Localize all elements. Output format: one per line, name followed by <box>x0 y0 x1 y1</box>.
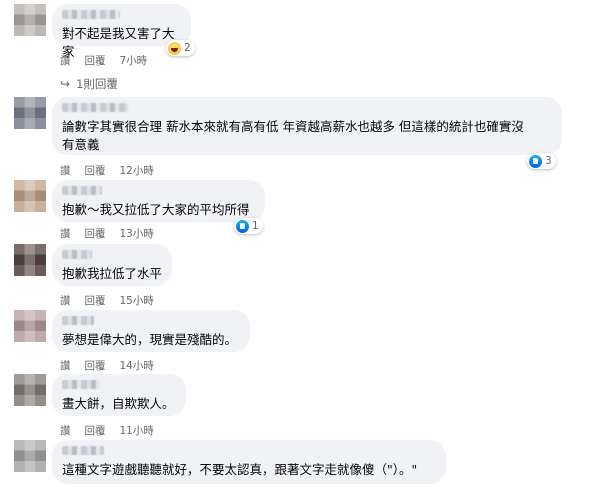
reaction-count[interactable]: 2 <box>166 40 195 56</box>
replies-count-label: 1則回覆 <box>76 77 118 91</box>
comment-bubble: 這種文字遊戲聽聽就好，不要太認真，跟著文字走就像傻（"）。" <box>52 440 446 484</box>
commenter-name-blurred[interactable] <box>62 10 120 19</box>
comment-actions: 讚 回覆 14小時 <box>60 358 154 373</box>
commenter-name-blurred[interactable] <box>62 250 92 259</box>
comment-text: 畫大餅，自欺欺人。 <box>62 396 175 411</box>
reply-button[interactable]: 回覆 <box>85 53 106 68</box>
avatar[interactable] <box>14 4 46 36</box>
avatar[interactable] <box>14 97 46 129</box>
like-button[interactable]: 讚 <box>60 423 71 438</box>
comment-text: 抱歉我拉低了水平 <box>62 266 163 281</box>
comment-text: 論數字其實很合理 薪水本來就有高有低 年資越高薪水也越多 但這樣的統計也確實沒 … <box>62 119 524 152</box>
timestamp[interactable]: 12小時 <box>120 163 154 178</box>
commenter-name-blurred[interactable] <box>62 380 100 389</box>
view-replies-link[interactable]: ↪ 1則回覆 <box>60 76 118 92</box>
timestamp[interactable]: 14小時 <box>120 358 154 373</box>
comment-text: 這種文字遊戲聽聽就好，不要太認真，跟著文字走就像傻（"）。" <box>62 462 418 477</box>
reply-button[interactable]: 回覆 <box>85 163 106 178</box>
reaction-count[interactable]: 3 <box>527 153 556 169</box>
reply-button[interactable]: 回覆 <box>85 226 106 241</box>
avatar[interactable] <box>14 180 46 212</box>
avatar[interactable] <box>14 244 46 276</box>
avatar[interactable] <box>14 440 46 472</box>
timestamp[interactable]: 15小時 <box>120 293 154 308</box>
comment-actions: 讚 回覆 15小時 <box>60 293 154 308</box>
comment-bubble: 論數字其實很合理 薪水本來就有高有低 年資越高薪水也越多 但這樣的統計也確實沒 … <box>52 97 562 155</box>
comment-bubble: 抱歉我拉低了水平 <box>52 244 172 286</box>
comment-text: 夢想是偉大的，現實是殘酷的。 <box>62 332 238 347</box>
avatar[interactable] <box>14 310 46 342</box>
commenter-name-blurred[interactable] <box>62 316 94 325</box>
comment-text: 抱歉～我又拉低了大家的平均所得 <box>62 202 250 217</box>
comment-actions: 讚 回覆 12小時 <box>60 163 154 178</box>
like-button[interactable]: 讚 <box>60 226 71 241</box>
reply-button[interactable]: 回覆 <box>85 358 106 373</box>
like-button[interactable]: 讚 <box>60 293 71 308</box>
comment-bubble: 抱歉～我又拉低了大家的平均所得 <box>52 180 265 222</box>
comment-actions: 讚 回覆 13小時 <box>60 226 154 241</box>
timestamp[interactable]: 7小時 <box>120 53 148 68</box>
commenter-name-blurred[interactable] <box>62 103 128 112</box>
reply-arrow-icon: ↪ <box>60 77 71 91</box>
comment-actions: 讚 回覆 7小時 <box>60 53 147 68</box>
timestamp[interactable]: 13小時 <box>120 226 154 241</box>
reaction-count[interactable]: 1 <box>234 218 263 234</box>
like-button[interactable]: 讚 <box>60 53 71 68</box>
avatar[interactable] <box>14 374 46 406</box>
like-button[interactable]: 讚 <box>60 163 71 178</box>
reply-button[interactable]: 回覆 <box>85 293 106 308</box>
like-icon <box>236 219 249 233</box>
comment-actions: 讚 回覆 11小時 <box>60 423 154 438</box>
comment-bubble: 夢想是偉大的，現實是殘酷的。 <box>52 310 250 352</box>
commenter-name-blurred[interactable] <box>62 446 104 455</box>
like-button[interactable]: 讚 <box>60 358 71 373</box>
like-icon <box>529 154 542 168</box>
timestamp[interactable]: 11小時 <box>120 423 154 438</box>
commenter-name-blurred[interactable] <box>62 186 102 195</box>
haha-icon <box>168 41 181 55</box>
reply-button[interactable]: 回覆 <box>85 423 106 438</box>
comment-bubble: 畫大餅，自欺欺人。 <box>52 374 186 416</box>
